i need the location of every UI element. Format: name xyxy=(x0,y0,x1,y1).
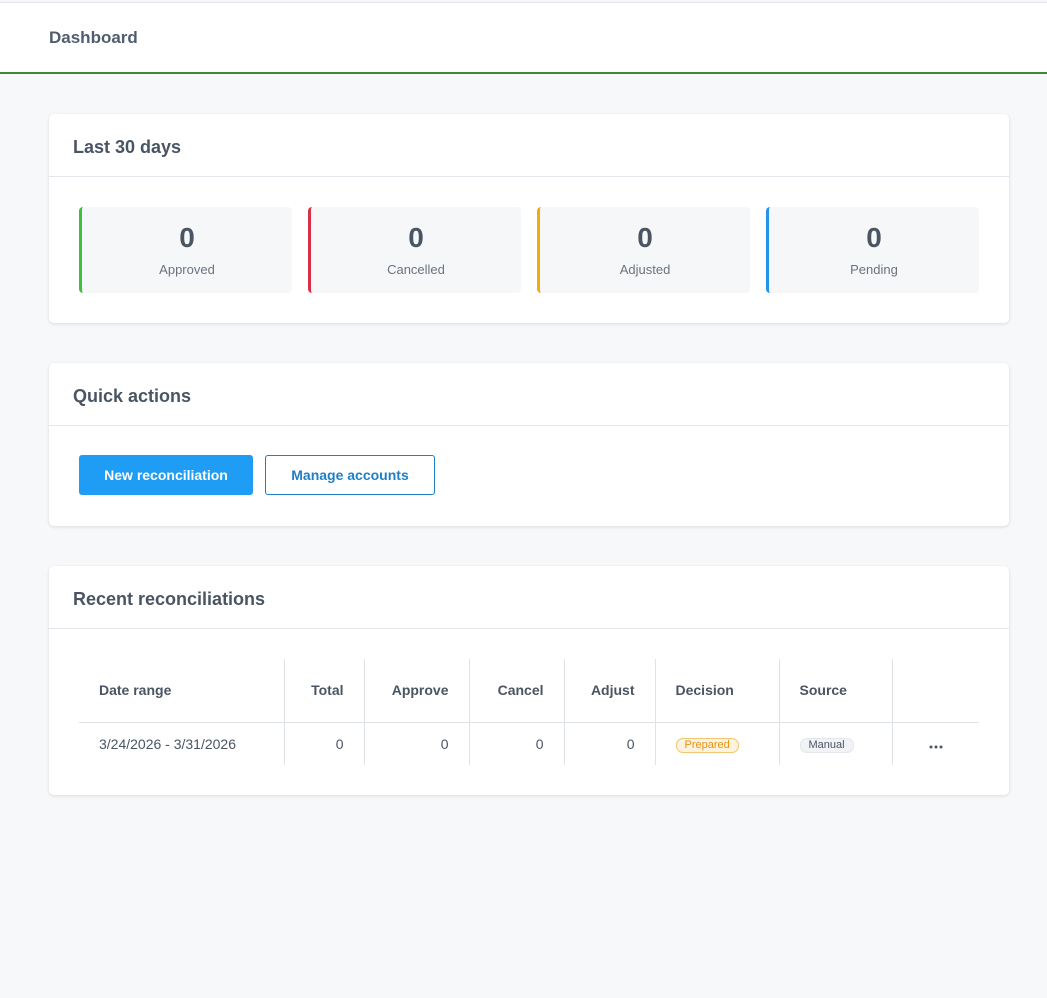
stat-value: 0 xyxy=(637,222,653,253)
quick-actions-card: Quick actions New reconciliation Manage … xyxy=(49,363,1009,526)
cell-approve: 0 xyxy=(364,722,470,765)
table-row[interactable]: 3/24/2026 - 3/31/2026 0 0 0 0 Prepared M… xyxy=(79,722,979,765)
stat-label: Pending xyxy=(850,262,898,277)
page-title: Dashboard xyxy=(49,28,138,47)
card-title: Last 30 days xyxy=(49,114,1009,177)
manage-accounts-button[interactable]: Manage accounts xyxy=(265,455,435,495)
source-badge: Manual xyxy=(799,737,854,753)
cell-cancel: 0 xyxy=(469,722,565,765)
stat-label: Adjusted xyxy=(619,262,671,277)
card-title: Quick actions xyxy=(49,363,1009,426)
column-header-adjust[interactable]: Adjust xyxy=(564,659,656,723)
cell-adjust: 0 xyxy=(564,722,656,765)
reconciliations-table: Date range Total Approve Cancel Adjust D… xyxy=(79,659,979,765)
stat-label: Cancelled xyxy=(387,262,445,277)
stat-label: Approved xyxy=(159,262,215,277)
cell-decision: Prepared xyxy=(655,722,780,765)
table-header-row: Date range Total Approve Cancel Adjust D… xyxy=(79,659,979,723)
cell-date-range: 3/24/2026 - 3/31/2026 xyxy=(79,722,285,765)
cell-source: Manual xyxy=(779,722,893,765)
top-bar: Dashboard xyxy=(0,2,1047,74)
stat-value: 0 xyxy=(866,222,882,253)
stat-value: 0 xyxy=(408,222,424,253)
stat-pending: 0 Pending xyxy=(766,207,979,293)
column-header-source[interactable]: Source xyxy=(779,659,893,723)
cell-actions xyxy=(892,722,979,765)
recent-reconciliations-card: Recent reconciliations Date range Total … xyxy=(49,566,1009,795)
column-header-decision[interactable]: Decision xyxy=(655,659,780,723)
stat-adjusted: 0 Adjusted xyxy=(537,207,750,293)
new-reconciliation-button[interactable]: New reconciliation xyxy=(79,455,253,495)
column-header-cancel[interactable]: Cancel xyxy=(469,659,565,723)
stat-approved: 0 Approved xyxy=(79,207,292,293)
column-header-actions xyxy=(892,659,979,723)
more-horizontal-icon[interactable] xyxy=(929,736,943,752)
cell-total: 0 xyxy=(284,722,365,765)
decision-badge: Prepared xyxy=(675,737,739,753)
stat-cancelled: 0 Cancelled xyxy=(308,207,521,293)
column-header-total[interactable]: Total xyxy=(284,659,365,723)
column-header-approve[interactable]: Approve xyxy=(364,659,470,723)
column-header-date-range[interactable]: Date range xyxy=(79,659,285,723)
last-30-days-card: Last 30 days 0 Approved 0 Cancelled 0 Ad… xyxy=(49,114,1009,323)
stat-value: 0 xyxy=(179,222,195,253)
card-title: Recent reconciliations xyxy=(49,566,1009,629)
